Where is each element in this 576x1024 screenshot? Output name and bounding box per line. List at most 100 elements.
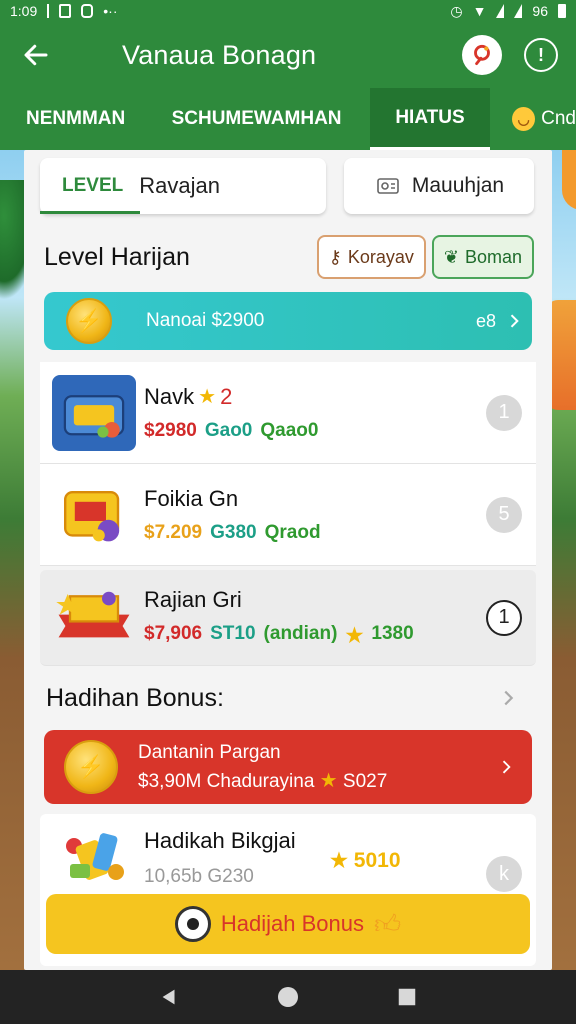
item-price: $2980 xyxy=(144,419,197,441)
info-icon: ! xyxy=(538,44,544,65)
chevron-right-icon xyxy=(496,311,532,331)
bonus-button-label: Hadijah Bonus xyxy=(220,911,364,936)
item-price: $7.209 xyxy=(144,521,203,543)
balance-text: Nanoai $2900 xyxy=(146,310,265,331)
status-time: 1:09 xyxy=(10,3,38,19)
star-icon: ★ xyxy=(198,386,217,408)
nav-recents-button[interactable] xyxy=(392,982,422,1012)
hadijah-bonus-button[interactable]: Hadijah Bonus 👍︎ xyxy=(46,894,530,954)
app-title: Vanaua Bonagn xyxy=(122,39,317,70)
triangle-back-icon xyxy=(162,989,175,1005)
status-bar: 1:09 •·· ◷ ▼ 96 xyxy=(0,0,576,22)
gift-badge: k xyxy=(486,856,522,892)
banner-icon xyxy=(52,580,136,656)
info-button[interactable]: ! xyxy=(524,38,558,72)
gift-points: ★ 5010 xyxy=(330,849,401,872)
tab-label: HIATUS xyxy=(395,106,465,128)
item-price: $7,906 xyxy=(144,623,203,644)
alarm-icon: ◷ xyxy=(450,2,463,19)
tab-nenmman[interactable]: NENMMAN xyxy=(0,88,143,150)
mauuhjan-label: Mauuhjan xyxy=(411,174,505,197)
item-tag: (andian) xyxy=(263,623,338,644)
promo-banner[interactable]: ⚡ Dantanin Pargan $3,90M Chadurayina ★ S… xyxy=(44,730,532,804)
item-tag: Qraod xyxy=(264,521,321,543)
list-item[interactable]: Foikia Gn $7.209 G380 Qraod 5 xyxy=(40,464,536,566)
tab-label: SCHUMEWAMHAN xyxy=(171,108,342,129)
item-code: Gao0 xyxy=(204,419,253,441)
store-icon xyxy=(52,374,136,451)
korayav-chip[interactable]: ⚷ Korayav xyxy=(316,235,426,279)
wifi-icon: ▼ xyxy=(472,3,487,19)
list-item-selected[interactable]: Rajian Gri $7,906 ST10 (andian) ★ 1380 1 xyxy=(40,570,536,666)
chevron-right-icon xyxy=(490,687,526,709)
list-item[interactable]: Navk ★ 2 $2980 Gao0 Qaao0 1 xyxy=(40,362,536,464)
chip-b-label: Boman xyxy=(464,246,522,267)
bonus-title: Hadihan Bonus: xyxy=(46,683,224,712)
tab-cnd[interactable]: ◡ Cnd xyxy=(490,88,576,150)
promo-subtitle: $3,90M Chadurayina ★ S027 xyxy=(138,769,388,792)
gift-item: Hadikah Bikgjai ★ 5010 10,65b G230 k Had… xyxy=(40,814,536,966)
circle-home-icon xyxy=(277,987,298,1007)
item-code: ST10 xyxy=(210,623,256,644)
item-badge: 5 xyxy=(486,496,522,533)
arrow-left-icon xyxy=(24,44,48,66)
signal2-icon xyxy=(514,4,523,18)
item-code: G380 xyxy=(210,521,257,543)
tab-hiatus[interactable]: HIATUS xyxy=(369,88,491,150)
coin-icon: ⚡ xyxy=(64,740,118,794)
mauuhjan-button[interactable]: Mauuhjan xyxy=(344,158,534,214)
level-underline xyxy=(40,211,140,214)
section-title: Level Harijan xyxy=(44,242,190,271)
coin-icon: ⚡ xyxy=(66,298,112,344)
app-bar: Vanaua Bonagn ! xyxy=(0,22,576,88)
main-panel: LEVEL Ravajan Mauuhjan Level Harijan ⚷ K… xyxy=(24,150,552,970)
map-pin-icon xyxy=(474,44,490,66)
level-list: Navk ★ 2 $2980 Gao0 Qaao0 1 Foikia Gn $7… xyxy=(40,362,536,666)
item-name: Foikia Gn xyxy=(144,485,239,511)
eye-icon xyxy=(174,906,211,942)
battery-level: 96 xyxy=(532,3,548,19)
balance-bar[interactable]: ⚡ Nanoai $2900 e8 xyxy=(44,292,532,350)
item-name: Rajian Gri xyxy=(144,587,242,612)
profile-button[interactable] xyxy=(462,35,502,75)
star-value: 2 xyxy=(220,383,233,409)
gift-meta: 10,65b G230 xyxy=(144,866,254,887)
square-recents-icon xyxy=(398,988,415,1006)
level-value: Ravajan xyxy=(139,173,220,198)
level-selector[interactable]: LEVEL Ravajan xyxy=(40,158,326,214)
item-name: Navk ★ 2 xyxy=(144,383,233,409)
dots-icon: •·· xyxy=(103,3,118,19)
ticket-icon xyxy=(52,477,136,553)
tab-bar: NENMMAN SCHUMEWAMHAN HIATUS ◡ Cnd xyxy=(0,88,576,150)
item-extra: 1380 xyxy=(371,623,414,644)
balance-count: e8 xyxy=(475,310,496,331)
tab-label: Cnd xyxy=(541,108,576,129)
back-button[interactable] xyxy=(0,22,72,88)
gift-icon xyxy=(60,824,130,888)
star-icon: ★ xyxy=(319,769,338,792)
smiley-icon: ◡ xyxy=(512,107,536,131)
level-label: LEVEL xyxy=(62,175,124,196)
sim-icon xyxy=(81,4,94,18)
bonus-header[interactable]: Hadihan Bonus: xyxy=(46,680,526,716)
card-icon xyxy=(377,178,399,194)
star-icon: ★ xyxy=(345,625,364,647)
item-tag: Qaao0 xyxy=(260,419,319,441)
gift-name: Hadikah Bikgjai xyxy=(144,828,296,853)
boman-chip[interactable]: ❦ Boman xyxy=(431,235,534,279)
item-badge: 1 xyxy=(486,599,522,636)
lock-icon xyxy=(59,4,72,18)
system-nav-bar xyxy=(0,970,576,1024)
signal-icon xyxy=(496,4,505,18)
divider-icon xyxy=(47,4,50,18)
nav-home-button[interactable] xyxy=(273,982,303,1012)
chip-a-label: Korayav xyxy=(347,246,414,267)
chevron-right-icon xyxy=(488,757,524,777)
key-icon: ⚷ xyxy=(328,246,342,267)
thumbs-up-icon: 👍︎ xyxy=(373,908,402,939)
item-badge: 1 xyxy=(486,394,522,431)
tab-schumewamhan[interactable]: SCHUMEWAMHAN xyxy=(143,88,370,150)
nav-back-button[interactable] xyxy=(154,982,184,1012)
tab-label: NENMMAN xyxy=(26,108,126,129)
star-icon: ★ xyxy=(330,850,348,872)
